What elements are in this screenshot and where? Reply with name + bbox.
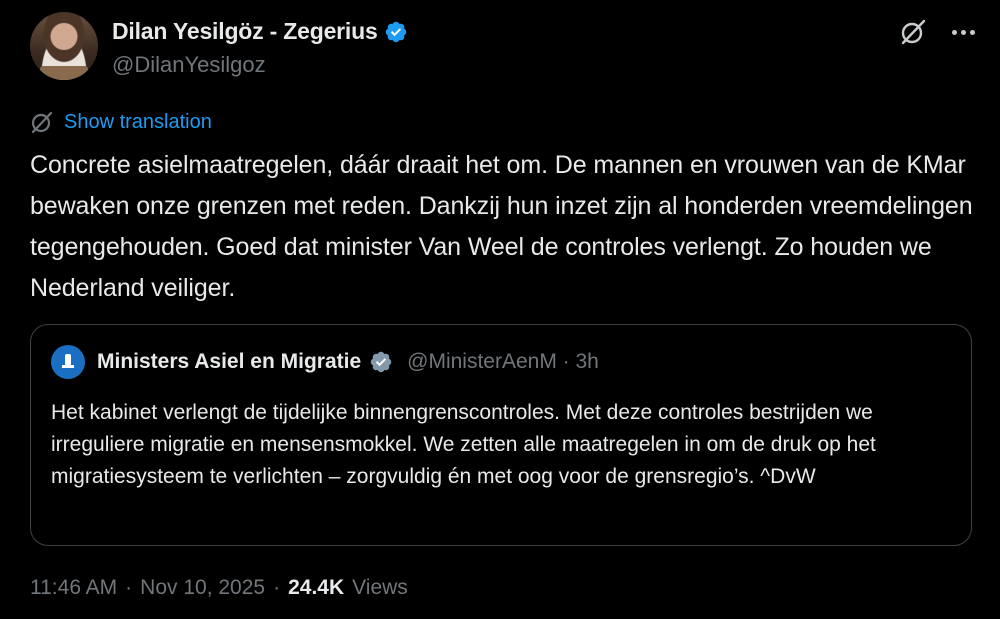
tweet-time[interactable]: 11:46 AM (30, 576, 117, 600)
more-icon[interactable] (946, 18, 980, 46)
quoted-tweet-text: Het kabinet verlengt de tijdelijke binne… (51, 401, 876, 488)
author-handle[interactable]: @DilanYesilgoz (112, 52, 266, 78)
grok-icon[interactable] (899, 18, 927, 46)
quoted-author-handle-time: @MinisterAenM · 3h (407, 350, 599, 373)
quoted-tweet-header: Ministers Asiel en Migratie @MinisterAen… (51, 345, 599, 379)
tweet-date[interactable]: Nov 10, 2025 (140, 576, 265, 600)
meta-separator: · (273, 576, 281, 599)
tweet-header: Dilan Yesilgöz - Zegerius @DilanYesilgoz (30, 12, 980, 84)
show-translation-label[interactable]: Show translation (64, 111, 212, 134)
quoted-author-avatar (51, 345, 85, 379)
author-avatar[interactable] (30, 12, 98, 80)
verified-badge-icon (370, 351, 392, 373)
tweet-text: Concrete asielmaatregelen, dáár draait h… (30, 151, 973, 302)
quoted-tweet[interactable]: Ministers Asiel en Migratie @MinisterAen… (30, 324, 972, 546)
quoted-author-name: Ministers Asiel en Migratie (97, 350, 362, 373)
author-display-name[interactable]: Dilan Yesilgöz - Zegerius (112, 18, 378, 45)
show-translation[interactable]: Show translation (30, 110, 212, 134)
translate-icon (31, 111, 53, 134)
views-count[interactable]: 24.4K (288, 576, 344, 600)
tweet-meta: 11:46 AM · Nov 10, 2025 · 24.4K Views (30, 576, 408, 600)
meta-separator: · (125, 576, 133, 599)
verified-badge-icon[interactable] (384, 20, 408, 44)
author-name-row: Dilan Yesilgöz - Zegerius (112, 18, 408, 45)
views-label[interactable]: Views (352, 576, 408, 600)
